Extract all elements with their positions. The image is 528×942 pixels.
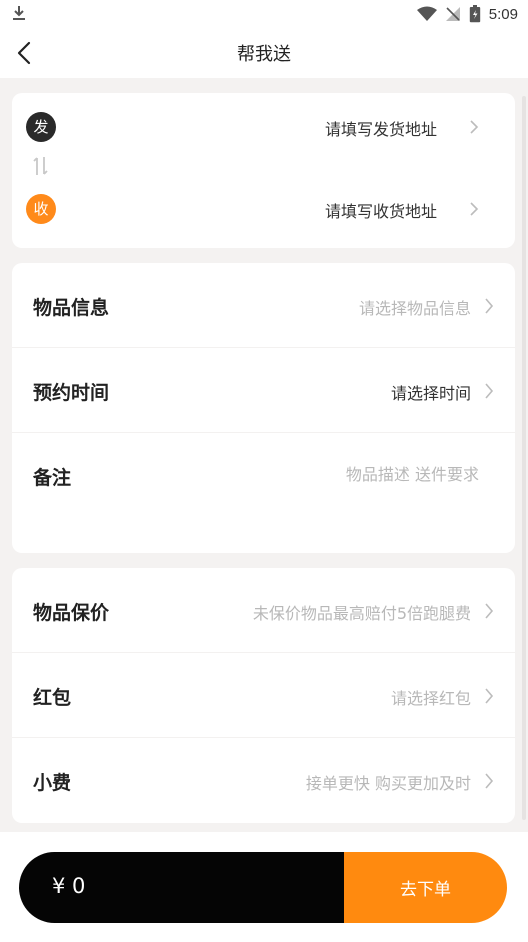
chevron-right-icon: [485, 603, 494, 619]
item-info-row[interactable]: 物品信息 请选择物品信息: [12, 263, 515, 348]
no-signal-icon: [445, 7, 460, 21]
address-card: 发 请填写发货地址 收 请填写收货地址: [12, 93, 515, 248]
send-badge: 发: [26, 112, 56, 142]
download-icon: [13, 6, 25, 20]
insurance-value: 未保价物品最高赔付5倍跑腿费: [252, 604, 471, 623]
nav-bar: 帮我送: [0, 28, 528, 78]
appointment-time-row[interactable]: 预约时间 请选择时间: [12, 348, 515, 433]
total-price: ¥ 0: [52, 874, 86, 898]
page-title: 帮我送: [237, 44, 291, 65]
chevron-right-icon: [485, 688, 494, 704]
receive-badge: 收: [26, 194, 56, 224]
tip-row[interactable]: 小费 接单更快 购买更加及时: [12, 738, 515, 823]
insurance-row[interactable]: 物品保价 未保价物品最高赔付5倍跑腿费: [12, 568, 515, 653]
appointment-time-label: 预约时间: [33, 382, 110, 404]
item-info-card: 物品信息 请选择物品信息 预约时间 请选择时间 备注 物品描述 送件要求: [12, 263, 515, 553]
receive-address-row[interactable]: 收 请填写收货地址: [12, 192, 515, 226]
status-bar: 5:09: [0, 0, 528, 28]
battery-icon: [469, 5, 480, 23]
red-packet-label: 红包: [33, 687, 72, 709]
chevron-right-icon: [485, 383, 494, 399]
place-order-button[interactable]: 去下单: [344, 852, 507, 923]
extra-options-card: 物品保价 未保价物品最高赔付5倍跑腿费 红包 请选择红包 小费 接单更快 购买更…: [12, 568, 515, 823]
send-address-row[interactable]: 发 请填写发货地址: [12, 110, 515, 144]
item-info-value: 请选择物品信息: [358, 299, 471, 318]
chevron-right-icon: [470, 120, 479, 134]
clock: 5:09: [488, 5, 518, 23]
item-info-label: 物品信息: [33, 297, 110, 319]
note-label: 备注: [33, 467, 72, 489]
status-icons: 5:09: [416, 3, 518, 25]
receive-address-placeholder: 请填写收货地址: [324, 202, 437, 221]
red-packet-value: 请选择红包: [390, 689, 471, 708]
wifi-icon: [416, 6, 437, 21]
order-bar: ¥ 0 去下单: [19, 852, 507, 923]
chevron-right-icon: [485, 773, 494, 789]
chevron-right-icon: [485, 298, 494, 314]
price-section: ¥ 0: [19, 852, 344, 923]
insurance-label: 物品保价: [33, 602, 110, 624]
chevron-right-icon: [470, 202, 479, 216]
send-address-placeholder: 请填写发货地址: [324, 120, 437, 139]
scrollbar[interactable]: [522, 96, 526, 820]
red-packet-row[interactable]: 红包 请选择红包: [12, 653, 515, 738]
tip-value: 接单更快 购买更加及时: [305, 774, 471, 793]
tip-label: 小费: [33, 772, 72, 794]
note-input[interactable]: 物品描述 送件要求: [346, 461, 479, 485]
appointment-time-value: 请选择时间: [390, 384, 471, 403]
swap-arrows-icon[interactable]: [32, 155, 50, 177]
